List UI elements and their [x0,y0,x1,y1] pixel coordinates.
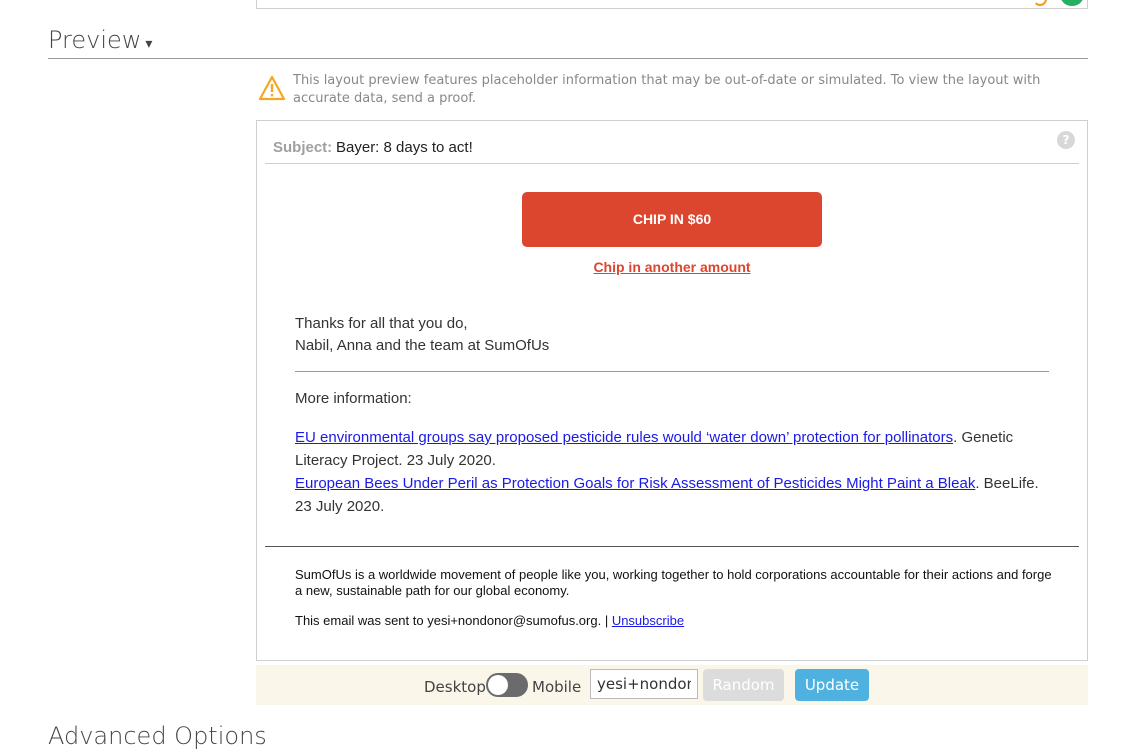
reference-item: EU environmental groups say proposed pes… [295,426,1055,472]
mobile-label: Mobile [532,678,582,696]
footer-sent-text: This email was sent to yesi+nondonor@sum… [295,613,612,628]
reference-list: EU environmental groups say proposed pes… [295,426,1055,518]
recipient-email-input[interactable] [590,669,698,699]
footer-about: SumOfUs is a worldwide movement of peopl… [295,567,1052,598]
signoff-line: Nabil, Anna and the team at SumOfUs [295,337,550,354]
reference-link[interactable]: European Bees Under Peril as Protection … [295,475,975,492]
reference-link[interactable]: EU environmental groups say proposed pes… [295,429,953,446]
desktop-label: Desktop [424,678,486,696]
preview-warning: This layout preview features placeholder… [258,72,1088,112]
subject-row: Subject: Bayer: 8 days to act! [265,131,1079,164]
signoff: Thanks for all that you do, Nabil, Anna … [295,313,549,357]
reference-item: European Bees Under Peril as Protection … [295,472,1055,518]
footer-sent-to: This email was sent to yesi+nondonor@sum… [295,613,684,628]
divider [295,371,1049,372]
unsubscribe-link[interactable]: Unsubscribe [612,613,684,628]
caret-down-icon[interactable]: ▾ [145,36,152,52]
preview-controls: Desktop Mobile Random Update [256,665,1088,705]
chip-in-button[interactable]: CHIP IN $60 [522,192,822,247]
warning-triangle-icon [258,75,286,101]
chip-other-amount-link[interactable]: Chip in another amount [522,259,822,275]
random-button[interactable]: Random [703,669,784,701]
subject-label: Subject: [273,139,333,156]
toggle-knob [488,675,508,695]
status-circle-icon [1061,0,1083,6]
more-info-heading: More information: [295,390,412,407]
footer-divider [265,546,1079,547]
warning-text: This layout preview features placeholder… [293,73,1041,106]
signoff-line: Thanks for all that you do, [295,315,468,332]
spinner-icon [1033,0,1047,6]
email-preview: ? Subject: Bayer: 8 days to act! CHIP IN… [256,120,1088,661]
preview-title: Preview [48,26,142,54]
subject-value: Bayer: 8 days to act! [336,139,473,156]
preview-section-header[interactable]: Preview ▾ [48,26,1088,59]
device-toggle[interactable] [486,673,528,697]
update-button[interactable]: Update [795,669,869,701]
top-panel-edge [256,0,1088,9]
advanced-options-title[interactable]: Advanced Options [48,722,267,750]
